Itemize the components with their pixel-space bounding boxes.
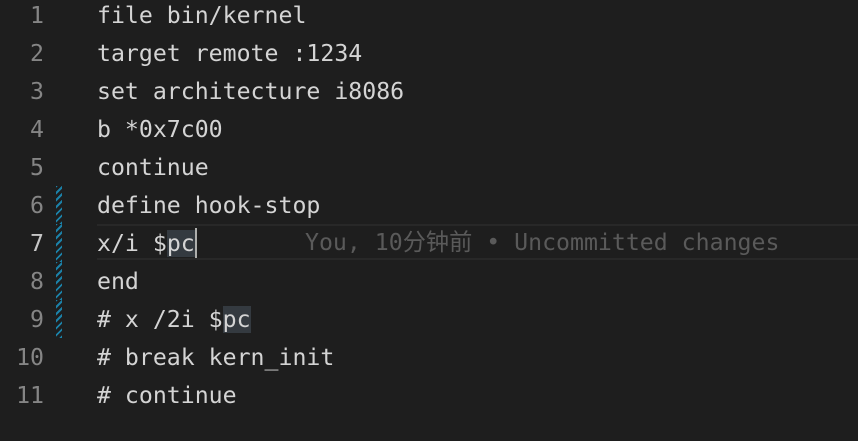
code-line-active[interactable]: x/i $pc [97, 225, 197, 263]
code-line[interactable]: # break kern_init [97, 339, 334, 377]
line-number: 10 [16, 344, 44, 371]
word-highlight: pc [166, 230, 195, 257]
line-number: 3 [30, 78, 44, 105]
text-cursor [194, 227, 197, 258]
code-line[interactable]: file bin/kernel [97, 0, 306, 35]
line-number: 8 [30, 268, 44, 295]
line-number: 5 [30, 154, 44, 181]
line-number: 11 [16, 382, 44, 409]
modified-line-indicator[interactable] [56, 186, 62, 224]
code-line[interactable]: b *0x7c00 [97, 111, 223, 149]
modified-line-indicator[interactable] [56, 262, 62, 300]
code-line[interactable]: target remote :1234 [97, 35, 362, 73]
code-line[interactable]: # x /2i $pc [97, 301, 251, 339]
word-highlight: pc [222, 306, 251, 333]
code-line[interactable]: set architecture i8086 [97, 73, 404, 111]
git-blame-annotation: You, 10分钟前 • Uncommitted changes [305, 229, 780, 256]
line-number: 1 [30, 2, 44, 29]
code-text: # x /2i $ [97, 306, 223, 333]
modified-line-indicator[interactable] [56, 224, 62, 262]
line-number: 2 [30, 40, 44, 67]
code-editor[interactable]: 1 2 3 4 5 6 7 8 9 10 11 file bin/kernel … [0, 0, 858, 441]
line-number: 6 [30, 192, 44, 219]
line-number-gutter: 1 2 3 4 5 6 7 8 9 10 11 [0, 0, 62, 441]
line-number-active: 7 [30, 230, 44, 257]
line-number: 9 [30, 306, 44, 333]
line-number: 4 [30, 116, 44, 143]
code-line[interactable]: define hook-stop [97, 187, 320, 225]
code-line[interactable]: continue [97, 149, 209, 187]
code-line[interactable]: # continue [97, 377, 237, 415]
code-text: x/i $ [97, 230, 167, 257]
code-line[interactable]: end [97, 263, 139, 301]
modified-line-indicator[interactable] [56, 300, 62, 338]
